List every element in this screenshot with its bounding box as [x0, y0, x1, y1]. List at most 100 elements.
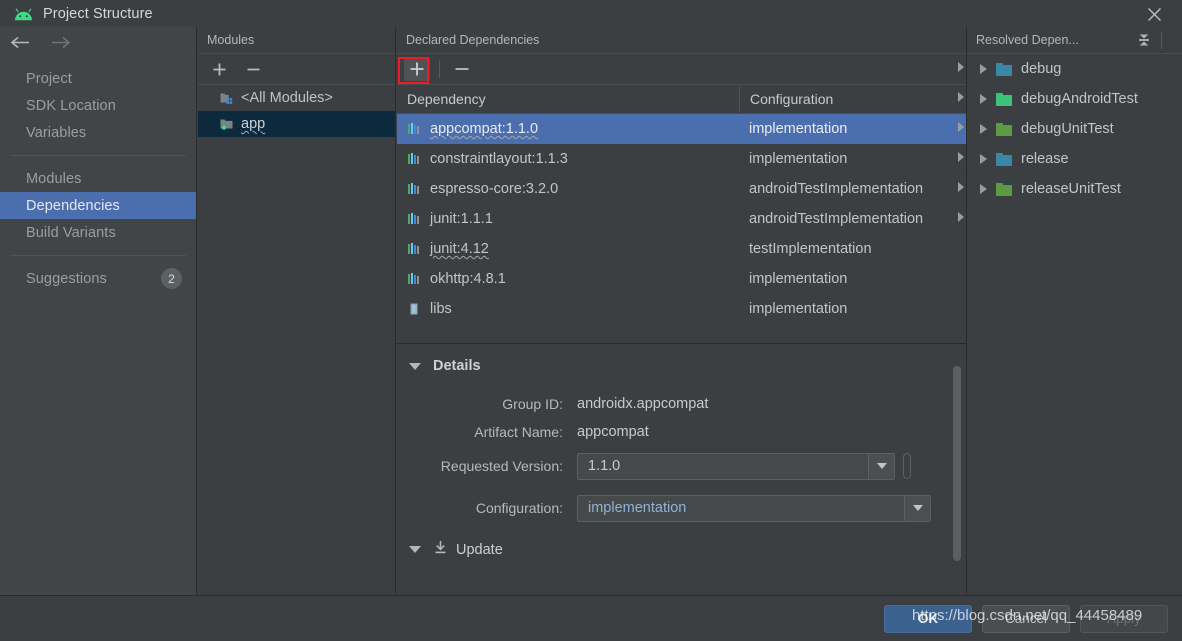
details-header[interactable]: Details	[397, 358, 966, 374]
resolved-tree-item-label: debugUnitTest	[1021, 121, 1114, 137]
column-header-configuration[interactable]: Configuration	[739, 85, 966, 113]
dependency-configuration: implementation	[749, 271, 848, 287]
dependency-name: okhttp:4.8.1	[430, 271, 506, 287]
triangle-right-icon[interactable]	[980, 184, 987, 194]
dependencies-table-header: Dependency Configuration	[397, 85, 966, 114]
resolved-dependencies-title: Resolved Depen...	[976, 33, 1079, 47]
resolved-tree-item-release[interactable]: release	[968, 144, 1182, 174]
table-row[interactable]: appcompat:1.1.0 implementation	[397, 114, 966, 144]
resolved-tree-item-label: release	[1021, 151, 1069, 167]
dependency-name: constraintlayout:1.1.3	[430, 151, 568, 167]
library-icon	[407, 212, 421, 226]
module-folder-icon	[220, 117, 234, 131]
library-icon	[407, 122, 421, 136]
triangle-right-icon[interactable]	[958, 212, 964, 222]
sidebar-item-suggestions[interactable]: Suggestions 2	[0, 265, 196, 292]
declared-dependencies-toolbar	[397, 54, 966, 85]
sidebar-item-project[interactable]: Project	[0, 65, 196, 92]
table-row[interactable]: espresso-core:3.2.0 androidTestImplement…	[397, 174, 966, 204]
library-icon	[407, 152, 421, 166]
android-icon	[14, 6, 33, 22]
resolved-dependencies-header: Resolved Depen...	[968, 27, 1182, 54]
triangle-right-icon[interactable]	[958, 152, 964, 162]
module-tree-item-label: app	[241, 116, 266, 132]
resolved-tree-item-label: releaseUnitTest	[1021, 181, 1121, 197]
nav-divider	[10, 155, 186, 156]
configuration-value: implementation	[588, 500, 687, 516]
cancel-button[interactable]: Cancel	[982, 604, 1070, 633]
triangle-right-icon[interactable]	[980, 154, 987, 164]
update-section-header[interactable]: Update	[397, 540, 966, 559]
requested-version-combobox[interactable]: 1.1.0	[577, 452, 895, 480]
sidebar-item-label: Project	[26, 70, 72, 87]
details-title: Details	[433, 358, 481, 374]
resolved-tree-item-debugunittest[interactable]: debugUnitTest	[968, 114, 1182, 144]
ok-button[interactable]: OK	[884, 604, 972, 633]
column-header-dependency[interactable]: Dependency	[397, 91, 739, 107]
sidebar-item-dependencies[interactable]: Dependencies	[0, 192, 196, 219]
nav-history-controls	[0, 27, 196, 57]
details-group-id-row: Group ID: androidx.appcompat	[397, 390, 966, 418]
resolved-tree-item-debugandroidtest[interactable]: debugAndroidTest	[968, 84, 1182, 114]
version-range-handle[interactable]	[903, 453, 911, 479]
sidebar-item-sdk-location[interactable]: SDK Location	[0, 92, 196, 119]
triangle-right-icon[interactable]	[980, 64, 987, 74]
all-modules-icon	[220, 91, 234, 105]
dependency-configuration: implementation	[749, 121, 848, 137]
sidebar-item-label: SDK Location	[26, 97, 116, 114]
dependency-configuration: androidTestImplementation	[749, 211, 924, 227]
resolved-tree-item-releaseunittest[interactable]: releaseUnitTest	[968, 174, 1182, 204]
details-configuration-row: Configuration: implementation	[397, 486, 966, 530]
table-row[interactable]: junit:1.1.1 androidTestImplementation	[397, 204, 966, 234]
details-section: Details Group ID: androidx.appcompat Art…	[397, 344, 966, 595]
sidebar-item-build-variants[interactable]: Build Variants	[0, 219, 196, 246]
details-scrollbar[interactable]	[953, 366, 961, 561]
add-dependency-button[interactable]	[404, 57, 430, 81]
triangle-right-icon[interactable]	[958, 62, 964, 72]
nav-list: Project SDK Location Variables Modules D…	[0, 65, 196, 292]
group-id-label: Group ID:	[502, 396, 563, 412]
table-row[interactable]: okhttp:4.8.1 implementation	[397, 264, 966, 294]
add-module-button[interactable]	[206, 57, 232, 81]
sidebar-item-label: Suggestions	[26, 270, 107, 287]
table-row[interactable]: junit:4.12 testImplementation	[397, 234, 966, 264]
chevron-down-icon[interactable]	[904, 495, 930, 521]
apply-button[interactable]: Apply	[1080, 604, 1168, 633]
module-tree-item-all-modules[interactable]: <All Modules>	[198, 85, 395, 111]
triangle-right-icon[interactable]	[958, 182, 964, 192]
close-icon[interactable]	[1142, 2, 1166, 26]
triangle-right-icon[interactable]	[958, 122, 964, 132]
toolbar-divider	[439, 60, 440, 78]
arrow-left-icon[interactable]	[7, 29, 33, 55]
declared-dependencies-title: Declared Dependencies	[406, 33, 540, 47]
configuration-label: Configuration:	[475, 500, 563, 516]
folder-icon	[996, 122, 1012, 136]
arrow-right-icon[interactable]	[47, 29, 73, 55]
configuration-combobox[interactable]: implementation	[577, 494, 931, 522]
triangle-right-icon[interactable]	[980, 124, 987, 134]
resolved-tree-item-debug[interactable]: debug	[968, 54, 1182, 84]
dependency-name: appcompat:1.1.0	[430, 121, 539, 137]
sidebar-item-modules[interactable]: Modules	[0, 165, 196, 192]
triangle-right-icon[interactable]	[958, 92, 964, 102]
triangle-down-icon[interactable]	[409, 546, 421, 553]
dependency-configuration: implementation	[749, 151, 848, 167]
module-tree-item-app[interactable]: app	[198, 111, 395, 137]
update-label: Update	[456, 541, 503, 558]
table-row[interactable]: libs implementation	[397, 294, 966, 324]
remove-module-button[interactable]	[240, 57, 266, 81]
chevron-down-icon[interactable]	[868, 453, 894, 479]
sidebar-item-variables[interactable]: Variables	[0, 119, 196, 146]
group-id-value: androidx.appcompat	[577, 396, 709, 412]
table-row[interactable]: constraintlayout:1.1.3 implementation	[397, 144, 966, 174]
remove-dependency-button[interactable]	[449, 57, 475, 81]
dependency-configuration: androidTestImplementation	[749, 181, 924, 197]
library-icon	[407, 272, 421, 286]
triangle-right-icon[interactable]	[980, 94, 987, 104]
requested-version-value: 1.1.0	[588, 458, 621, 474]
collapse-all-icon[interactable]	[1135, 31, 1153, 49]
triangle-down-icon[interactable]	[409, 362, 421, 370]
requested-version-label: Requested Version:	[440, 458, 563, 474]
folder-icon	[996, 182, 1012, 196]
suggestions-badge: 2	[161, 268, 182, 289]
